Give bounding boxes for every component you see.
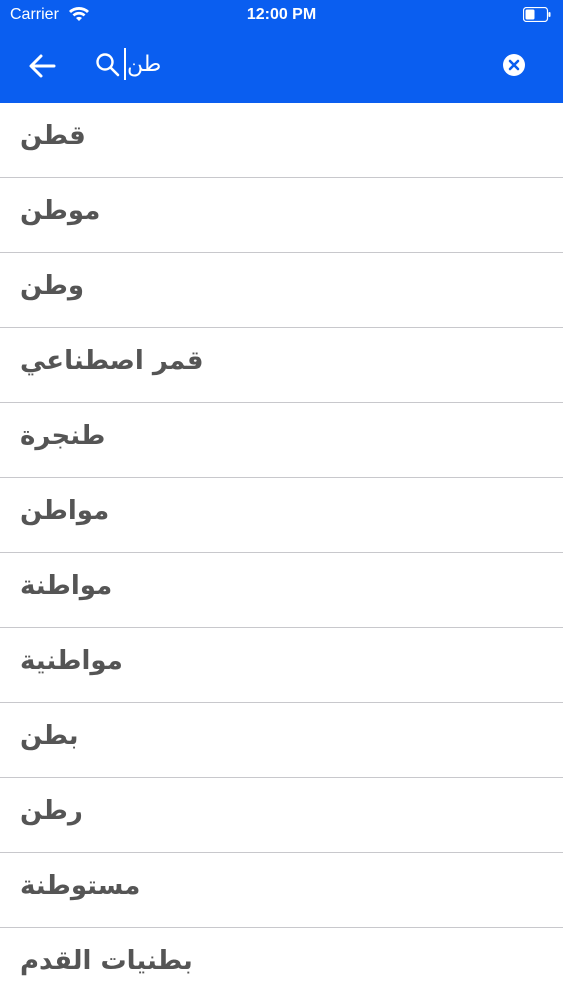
search-results-list: قطن موطن وطن قمر اصطناعي طنجرة مواطن موا…	[0, 103, 563, 1000]
search-toolbar: طن	[0, 30, 563, 103]
list-item-label: قمر اصطناعي	[20, 346, 204, 376]
list-item-label: موطن	[20, 196, 101, 226]
list-item[interactable]: مستوطنة	[0, 853, 563, 928]
list-item[interactable]: طنجرة	[0, 403, 563, 478]
status-time: 12:00 PM	[246, 6, 317, 23]
clear-search-icon[interactable]	[502, 53, 526, 77]
status-bar: Carrier 12:00 PM	[0, 0, 563, 30]
list-item[interactable]: بطن	[0, 703, 563, 778]
list-item[interactable]: مواطنية	[0, 628, 563, 703]
list-item-label: مواطنية	[20, 646, 123, 676]
list-item-label: طنجرة	[20, 421, 106, 451]
list-item[interactable]: موطن	[0, 178, 563, 253]
list-item[interactable]: رطن	[0, 778, 563, 853]
search-input[interactable]: طن	[123, 47, 483, 83]
list-item[interactable]: وطن	[0, 253, 563, 328]
list-item[interactable]: قمر اصطناعي	[0, 328, 563, 403]
search-input-value: طن	[127, 52, 162, 77]
list-item-label: بطن	[20, 721, 79, 751]
list-item-label: وطن	[20, 271, 85, 301]
search-icon	[96, 53, 120, 77]
list-item-label: مستوطنة	[20, 871, 141, 901]
battery-icon	[523, 7, 551, 22]
list-item[interactable]: قطن	[0, 103, 563, 178]
back-arrow-icon[interactable]	[24, 46, 64, 86]
list-item[interactable]: مواطنة	[0, 553, 563, 628]
app-header: Carrier 12:00 PM طن	[0, 0, 563, 103]
list-item-label: قطن	[20, 121, 86, 151]
list-item[interactable]: مواطن	[0, 478, 563, 553]
list-item-label: مواطنة	[20, 571, 113, 601]
list-item-label: مواطن	[20, 496, 110, 526]
list-item[interactable]: بطنيات القدم	[0, 928, 563, 1000]
list-item-label: رطن	[20, 796, 83, 826]
list-item-label: بطنيات القدم	[20, 946, 193, 976]
